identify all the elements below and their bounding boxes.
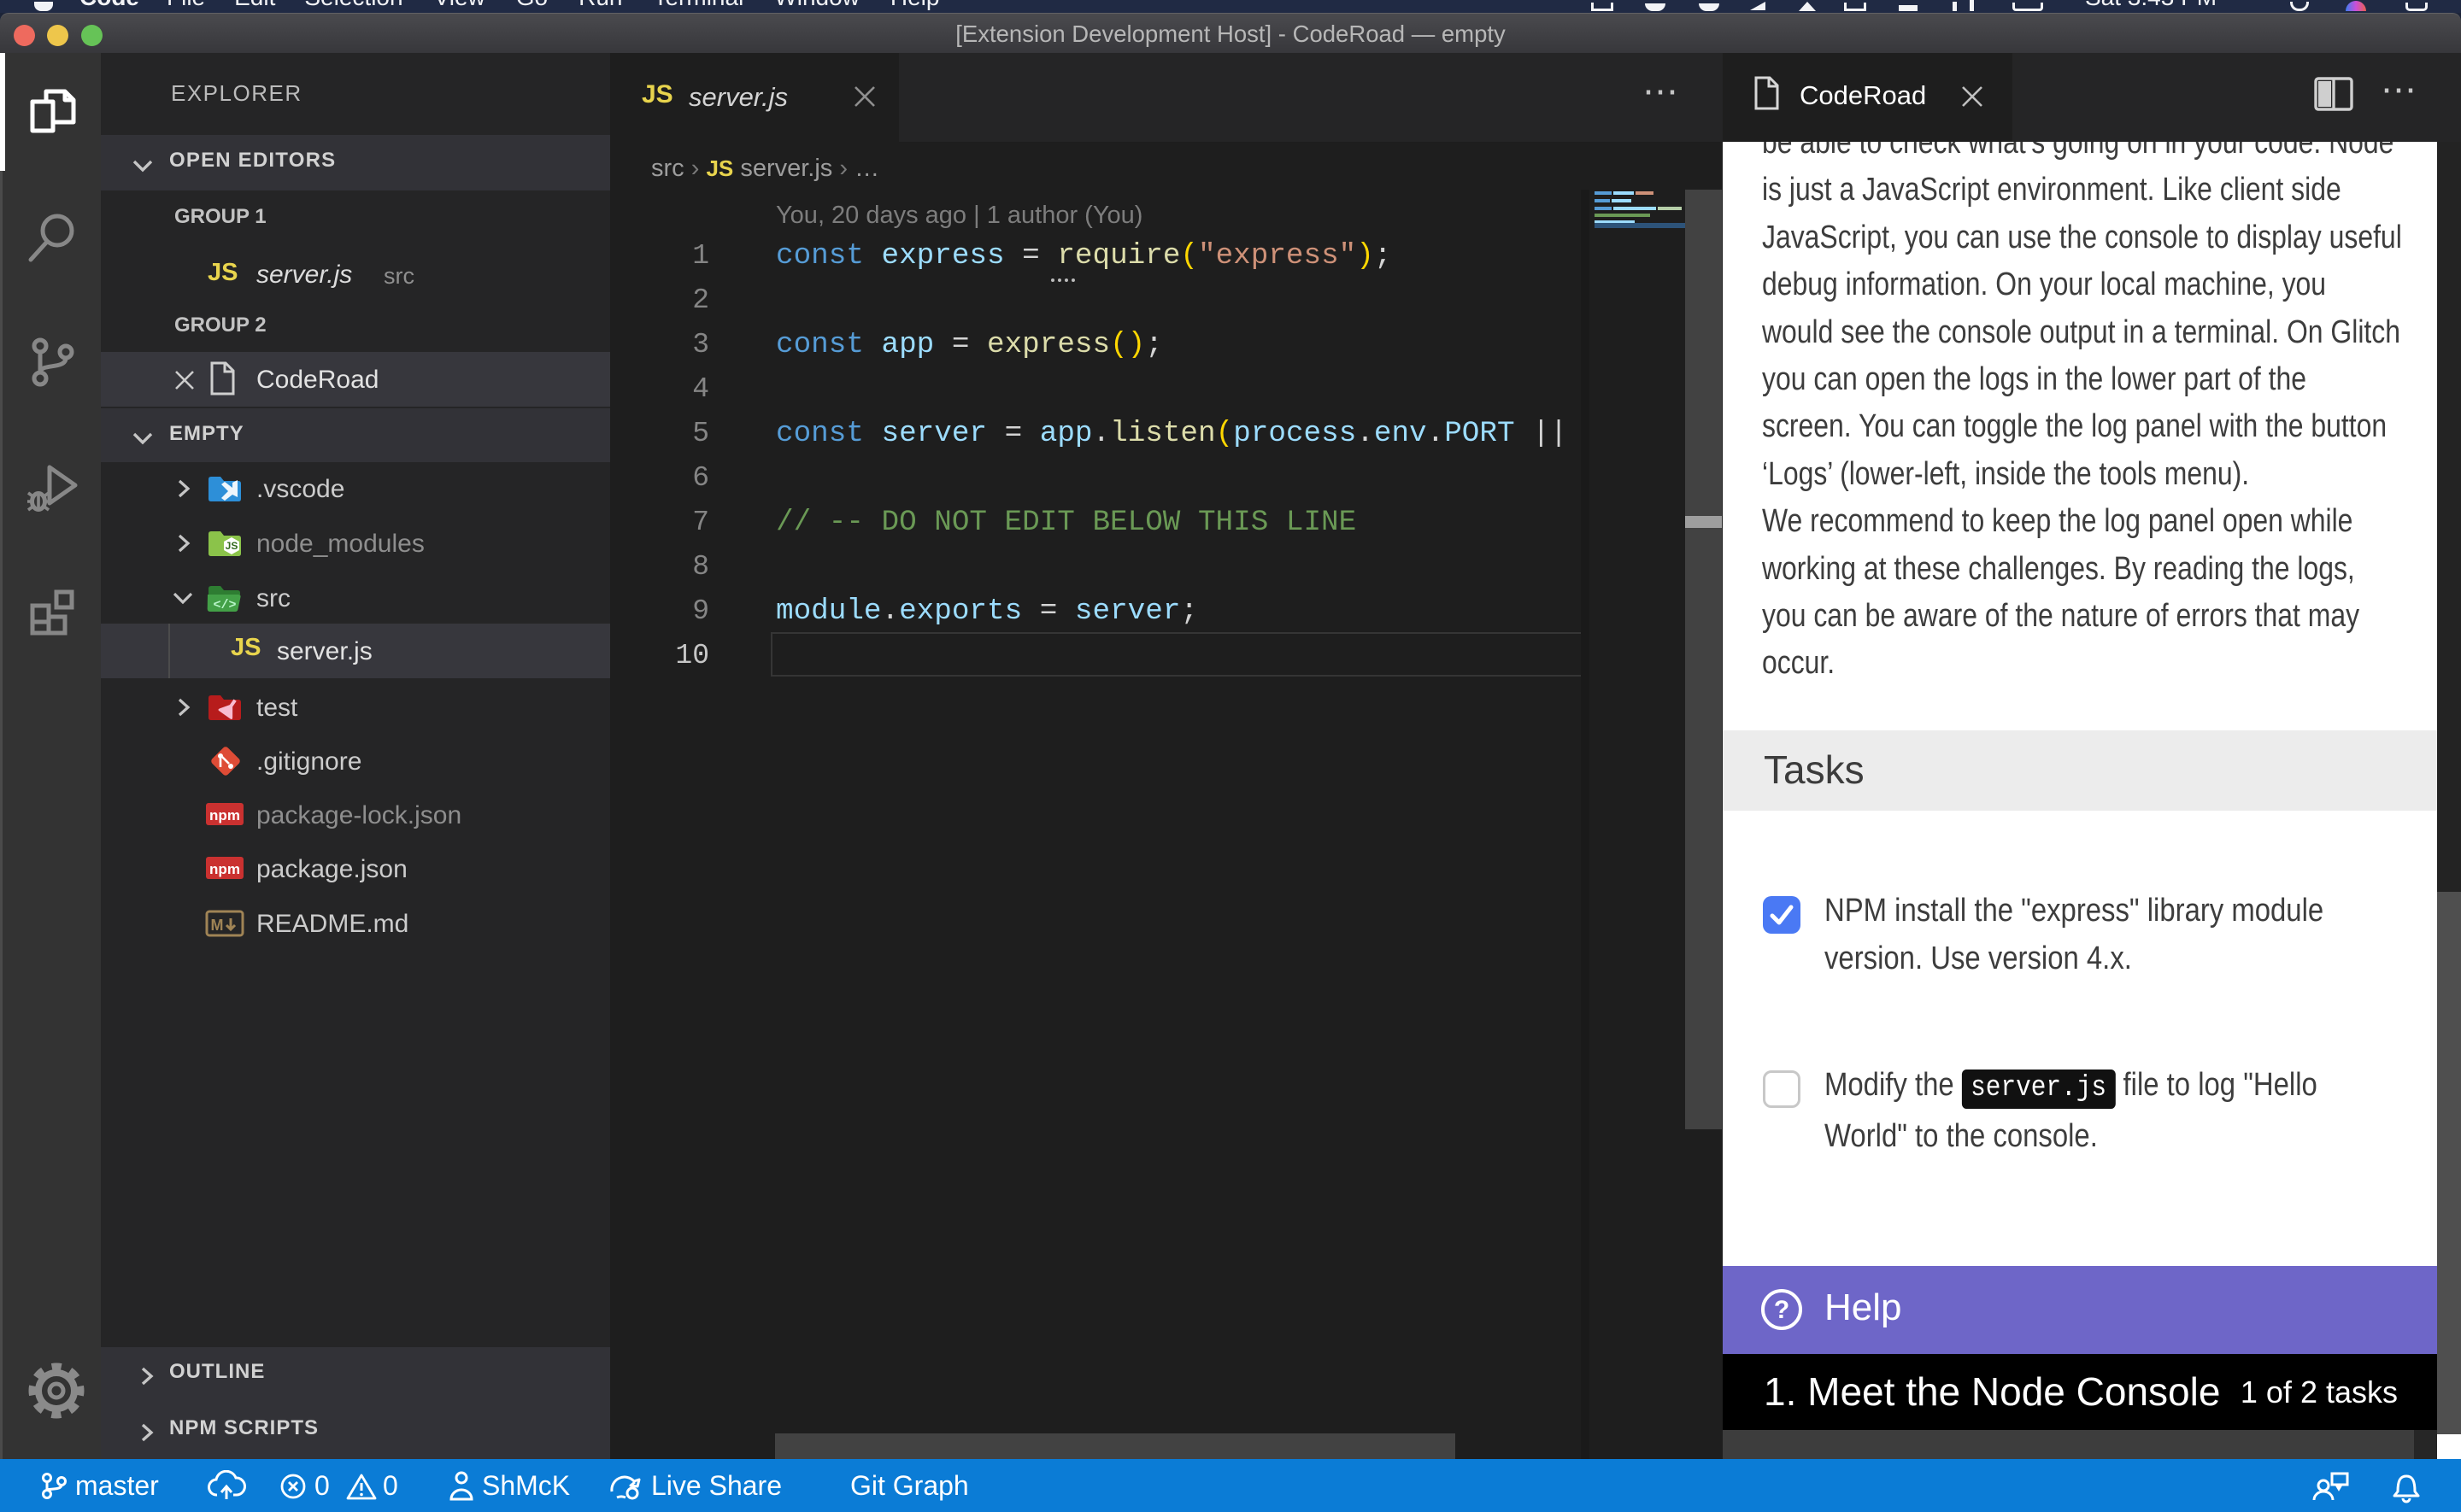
svg-text:npm: npm (209, 807, 240, 823)
svg-text:?: ? (1774, 1296, 1789, 1324)
svg-text:JS: JS (226, 540, 238, 552)
svg-text:</>: </> (213, 598, 236, 612)
svg-text:npm: npm (209, 861, 240, 877)
svg-text:M: M (211, 917, 224, 934)
